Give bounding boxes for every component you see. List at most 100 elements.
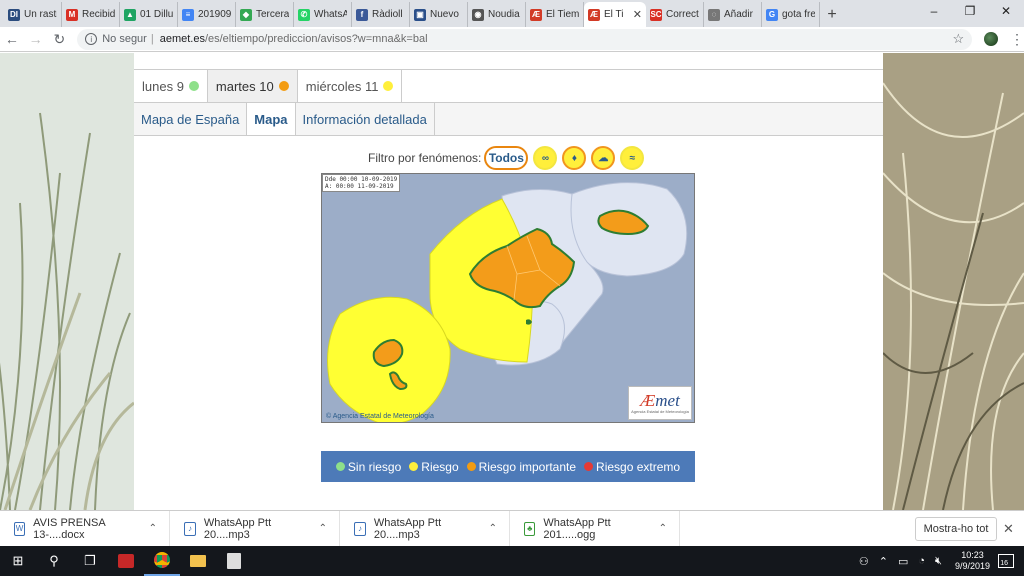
tab-title: El Ti [604, 9, 624, 20]
background-grass-left [0, 53, 134, 510]
reload-icon[interactable]: ↻ [47, 27, 71, 51]
url-host: aemet.es [159, 33, 205, 45]
favicon: ✆ [298, 8, 310, 21]
browser-tab[interactable]: ◆ Tercera [236, 2, 294, 27]
filter-label: Filtro por fenómenos: [368, 151, 482, 165]
tab-title: El Tiem [546, 9, 579, 20]
file-explorer-icon[interactable] [180, 546, 216, 576]
warnings-map[interactable]: Dde 00:00 10-09-2019 A: 00:00 11-09-2019… [321, 173, 695, 423]
tab-title: Noudia [488, 9, 520, 20]
browser-tab[interactable]: ◌ Añadir [704, 2, 762, 27]
calculator-icon[interactable] [216, 546, 252, 576]
download-item[interactable]: W AVIS PRENSA 13-....docx ⌃ [0, 510, 170, 547]
tab-map[interactable]: Mapa [247, 103, 296, 135]
star-icon[interactable]: ☆ [953, 31, 965, 47]
wind-icon[interactable]: ≈ [620, 146, 645, 170]
browser-tab[interactable]: Æ El Ti ✕ [584, 2, 646, 27]
browser-tab[interactable]: ✆ WhatsA [294, 2, 352, 27]
legend-no-risk: Sin riesgo [335, 460, 401, 474]
show-all-downloads-button[interactable]: Mostra-ho tot [915, 517, 997, 541]
battery-icon[interactable]: ▭ [898, 555, 908, 568]
chevron-up-icon[interactable]: ⌃ [489, 523, 497, 534]
clock[interactable]: 10:23 9/9/2019 [955, 550, 990, 572]
back-arrow-icon[interactable]: ← [0, 27, 24, 51]
browser-tab[interactable]: SC Correct [646, 2, 704, 27]
favicon: ◆ [240, 8, 252, 21]
favicon: ◉ [472, 8, 484, 21]
download-item[interactable]: ♣ WhatsApp Ptt 201.....ogg ⌃ [510, 510, 680, 547]
audio-file-icon: ♪ [184, 521, 196, 536]
tab-detailed-info[interactable]: Información detallada [296, 103, 435, 135]
status-dot [278, 81, 289, 91]
search-icon[interactable]: ⚲ [36, 546, 72, 576]
favicon: f [356, 8, 368, 21]
tab-day-monday[interactable]: lunes 9 [134, 70, 208, 102]
chrome-icon[interactable] [144, 546, 180, 576]
windows-start-icon[interactable]: ⊞ [0, 546, 36, 576]
volume-mute-icon[interactable]: 🔇︎ [935, 555, 942, 568]
browser-tab[interactable]: ▣ Nuevo [410, 2, 468, 27]
tab-map-spain[interactable]: Mapa de España [134, 103, 248, 135]
system-tray: ⚇ ⌃ ▭ ◔ 🔇︎ 10:23 9/9/2019 16 [854, 546, 1024, 576]
close-icon[interactable]: ✕ [1003, 521, 1014, 537]
notifications-icon[interactable]: 16 [998, 554, 1014, 568]
browser-tab[interactable]: Æ El Tiem [526, 2, 584, 27]
storm-icon[interactable]: ☁ [591, 146, 616, 170]
favicon: Æ [588, 8, 600, 21]
close-window-button[interactable]: ✕ [988, 0, 1024, 22]
favicon: DI [8, 8, 20, 21]
filter-all-button[interactable]: Todos [484, 146, 529, 170]
chevron-up-icon[interactable]: ⌃ [319, 523, 327, 534]
tab-title: Un rastr [24, 9, 57, 20]
tab-title: 201909 [198, 9, 231, 20]
profile-avatar[interactable] [984, 32, 999, 46]
legend-important-risk: Riesgo importante [466, 460, 576, 474]
new-tab-button[interactable]: + [820, 2, 844, 27]
favicon: ▲ [124, 8, 136, 21]
download-item[interactable]: ♪ WhatsApp Ptt 20....mp3 ⌃ [170, 510, 340, 547]
browser-tab[interactable]: M Recibido [62, 2, 120, 27]
download-item[interactable]: ♪ WhatsApp Ptt 20....mp3 ⌃ [340, 510, 510, 547]
restore-button[interactable]: ❐ [952, 0, 988, 22]
task-view-icon[interactable]: ❐ [72, 546, 108, 576]
favicon: ◌ [708, 8, 720, 21]
browser-tab[interactable]: DI Un rastr [4, 2, 62, 27]
menu-dots-icon[interactable]: ⋮ [1010, 31, 1024, 48]
status-dot [383, 81, 394, 91]
waves-icon[interactable]: ∞ [533, 146, 558, 170]
close-tab-icon[interactable]: ✕ [633, 8, 642, 21]
legend-extreme-risk: Riesgo extremo [584, 460, 680, 474]
browser-tab[interactable]: ▲ 01 Dillu [120, 2, 178, 27]
app-icon[interactable] [108, 546, 144, 576]
windows-taskbar: ⊞ ⚲ ❐ ⚇ ⌃ ▭ ◔ 🔇︎ 10:23 9/9/2019 16 [0, 546, 1024, 576]
audio-file-icon: ♪ [354, 521, 366, 536]
rain-drops-icon[interactable]: ♦ [562, 146, 587, 170]
chevron-up-icon[interactable]: ⌃ [879, 555, 888, 568]
browser-tab[interactable]: ≡ 201909 [178, 2, 236, 27]
status-dot [188, 81, 199, 91]
aemet-logo: Æmet Agencia Estatal de Meteorología [628, 386, 692, 420]
address-bar[interactable]: i No segur | aemet.es /es/eltiempo/predi… [77, 28, 973, 50]
tab-day-wednesday[interactable]: miércoles 11 [298, 70, 403, 102]
people-icon[interactable]: ⚇ [859, 555, 869, 568]
browser-tab[interactable]: f Ràdioll [352, 2, 410, 27]
security-state: No segur [102, 33, 147, 45]
chevron-up-icon[interactable]: ⌃ [149, 523, 157, 534]
audio-file-icon: ♣ [524, 521, 536, 536]
tab-day-tuesday[interactable]: martes 10 [207, 70, 298, 102]
browser-tab[interactable]: ◉ Noudia [468, 2, 526, 27]
risk-legend: Sin riesgo Riesgo Riesgo importante Ries… [321, 451, 695, 482]
tab-title: Ràdioll [372, 9, 403, 20]
validity-stamp: Dde 00:00 10-09-2019 A: 00:00 11-09-2019 [322, 174, 401, 192]
browser-toolbar: ← → ↻ i No segur | aemet.es /es/eltiempo… [0, 27, 1024, 52]
chevron-up-icon[interactable]: ⌃ [659, 523, 667, 534]
info-icon[interactable]: i [85, 33, 98, 45]
tab-title: 01 Dillu [140, 9, 173, 20]
browser-tab[interactable]: Ggota fre [762, 2, 820, 27]
forward-arrow-icon[interactable]: → [24, 27, 48, 51]
network-icon[interactable]: ◔ [918, 555, 925, 567]
tab-title: Tercera [256, 9, 289, 20]
map-copyright: © Agencia Estatal de Meteorología [326, 413, 434, 420]
day-tabs: lunes 9 martes 10 miércoles 11 [134, 70, 883, 103]
minimize-button[interactable]: – [916, 0, 952, 22]
